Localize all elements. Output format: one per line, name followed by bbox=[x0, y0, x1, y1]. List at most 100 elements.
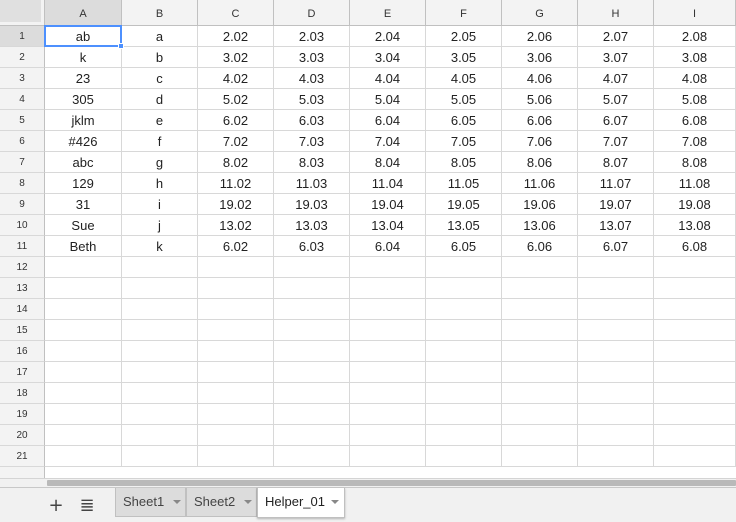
row-header[interactable]: 20 bbox=[0, 425, 45, 446]
grid-cell[interactable] bbox=[502, 320, 578, 341]
grid-cell[interactable]: 6.06 bbox=[502, 110, 578, 131]
grid-cell[interactable] bbox=[502, 257, 578, 278]
grid-cell[interactable] bbox=[274, 404, 350, 425]
column-header[interactable]: D bbox=[274, 0, 350, 26]
grid-cell[interactable]: 6.06 bbox=[502, 236, 578, 257]
grid-cell[interactable] bbox=[274, 341, 350, 362]
chevron-down-icon[interactable] bbox=[331, 500, 339, 504]
row-header[interactable]: 1 bbox=[0, 26, 45, 47]
grid-cell[interactable] bbox=[122, 278, 198, 299]
row-header[interactable]: 21 bbox=[0, 446, 45, 467]
grid-cell[interactable]: 5.07 bbox=[578, 89, 654, 110]
grid-cell[interactable] bbox=[350, 299, 426, 320]
grid-cell[interactable] bbox=[578, 404, 654, 425]
row-header[interactable]: 3 bbox=[0, 68, 45, 89]
grid-cell[interactable] bbox=[122, 341, 198, 362]
grid-cell[interactable]: 19.08 bbox=[654, 194, 736, 215]
grid-cell[interactable]: 5.08 bbox=[654, 89, 736, 110]
grid-cell[interactable]: 4.08 bbox=[654, 68, 736, 89]
grid-cell[interactable] bbox=[350, 446, 426, 467]
column-header[interactable]: A bbox=[45, 0, 122, 26]
grid-cell[interactable] bbox=[578, 341, 654, 362]
grid-cell[interactable] bbox=[654, 446, 736, 467]
row-header[interactable]: 16 bbox=[0, 341, 45, 362]
grid-cell[interactable]: Sue bbox=[45, 215, 122, 236]
grid-cell[interactable]: d bbox=[122, 89, 198, 110]
grid-cell[interactable]: 6.02 bbox=[198, 236, 274, 257]
grid-cell[interactable]: 3.05 bbox=[426, 47, 502, 68]
grid-cell[interactable]: 7.08 bbox=[654, 131, 736, 152]
grid-cell[interactable]: 8.08 bbox=[654, 152, 736, 173]
grid-cell[interactable] bbox=[578, 446, 654, 467]
grid-cell[interactable]: 5.04 bbox=[350, 89, 426, 110]
grid-cell[interactable]: 7.05 bbox=[426, 131, 502, 152]
grid-cell[interactable] bbox=[502, 404, 578, 425]
grid-cell[interactable]: 2.08 bbox=[654, 26, 736, 47]
grid-cell[interactable]: 11.04 bbox=[350, 173, 426, 194]
grid-cell[interactable] bbox=[426, 341, 502, 362]
grid-cell[interactable]: ab bbox=[45, 26, 122, 47]
grid-cell[interactable]: 3.02 bbox=[198, 47, 274, 68]
grid-cell[interactable]: 8.02 bbox=[198, 152, 274, 173]
grid-cell[interactable]: 13.03 bbox=[274, 215, 350, 236]
grid-cell[interactable] bbox=[122, 362, 198, 383]
grid-cell[interactable] bbox=[426, 320, 502, 341]
grid-cell[interactable]: 6.07 bbox=[578, 110, 654, 131]
grid-cell[interactable]: k bbox=[45, 47, 122, 68]
row-header[interactable]: 11 bbox=[0, 236, 45, 257]
grid-cell[interactable] bbox=[426, 446, 502, 467]
grid-cell[interactable]: 13.04 bbox=[350, 215, 426, 236]
grid-cell[interactable] bbox=[578, 257, 654, 278]
grid-cell[interactable] bbox=[350, 320, 426, 341]
grid-cell[interactable]: 3.08 bbox=[654, 47, 736, 68]
grid-cell[interactable]: 4.04 bbox=[350, 68, 426, 89]
grid-cell[interactable] bbox=[426, 257, 502, 278]
grid-cell[interactable] bbox=[578, 425, 654, 446]
grid-cell[interactable]: 13.06 bbox=[502, 215, 578, 236]
grid-cell[interactable]: 6.02 bbox=[198, 110, 274, 131]
grid-cell[interactable]: 3.04 bbox=[350, 47, 426, 68]
grid-cell[interactable]: 3.07 bbox=[578, 47, 654, 68]
row-header[interactable]: 10 bbox=[0, 215, 45, 236]
grid-cell[interactable]: 4.02 bbox=[198, 68, 274, 89]
grid-cell[interactable] bbox=[426, 425, 502, 446]
grid-cell[interactable]: 2.05 bbox=[426, 26, 502, 47]
grid-cell[interactable]: 11.05 bbox=[426, 173, 502, 194]
grid-cell[interactable]: 6.03 bbox=[274, 110, 350, 131]
grid-cell[interactable]: 129 bbox=[45, 173, 122, 194]
all-sheets-button[interactable]: ≣ bbox=[76, 494, 98, 516]
grid-cell[interactable]: 2.02 bbox=[198, 26, 274, 47]
row-header[interactable]: 6 bbox=[0, 131, 45, 152]
grid-cell[interactable]: 11.06 bbox=[502, 173, 578, 194]
grid-cell[interactable] bbox=[502, 341, 578, 362]
grid-cell[interactable]: 13.02 bbox=[198, 215, 274, 236]
grid-cell[interactable]: 6.05 bbox=[426, 236, 502, 257]
grid-cell[interactable]: 2.04 bbox=[350, 26, 426, 47]
grid-cell[interactable]: jklm bbox=[45, 110, 122, 131]
grid-cell[interactable]: 7.07 bbox=[578, 131, 654, 152]
grid-cell[interactable]: g bbox=[122, 152, 198, 173]
grid-cell[interactable] bbox=[350, 278, 426, 299]
grid-cell[interactable]: 23 bbox=[45, 68, 122, 89]
grid-cell[interactable]: 2.06 bbox=[502, 26, 578, 47]
column-header[interactable]: I bbox=[654, 0, 736, 26]
grid-cell[interactable]: 4.07 bbox=[578, 68, 654, 89]
grid-cell[interactable] bbox=[198, 257, 274, 278]
grid-cell[interactable] bbox=[122, 383, 198, 404]
row-header[interactable]: 8 bbox=[0, 173, 45, 194]
row-header[interactable]: 17 bbox=[0, 362, 45, 383]
grid-cell[interactable] bbox=[502, 425, 578, 446]
grid-cell[interactable] bbox=[198, 404, 274, 425]
grid-cell[interactable] bbox=[45, 278, 122, 299]
grid-cell[interactable]: 6.05 bbox=[426, 110, 502, 131]
grid-cell[interactable] bbox=[45, 257, 122, 278]
grid-cell[interactable]: j bbox=[122, 215, 198, 236]
grid-cell[interactable]: 5.03 bbox=[274, 89, 350, 110]
grid-cell[interactable] bbox=[122, 446, 198, 467]
grid-cell[interactable]: 19.05 bbox=[426, 194, 502, 215]
grid-cell[interactable]: e bbox=[122, 110, 198, 131]
grid-cell[interactable] bbox=[654, 341, 736, 362]
tab-helper-01[interactable]: Helper_01 bbox=[257, 488, 345, 518]
grid-cell[interactable]: 4.03 bbox=[274, 68, 350, 89]
grid-cell[interactable]: 8.07 bbox=[578, 152, 654, 173]
